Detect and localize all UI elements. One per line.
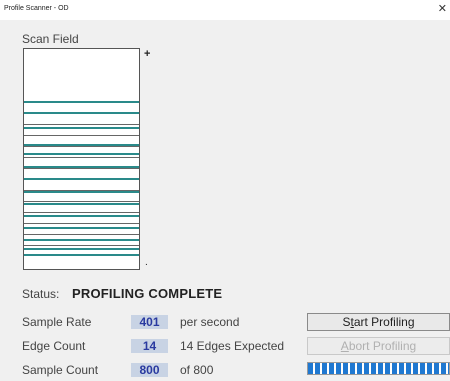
abort-profiling-label-rest: bort Profiling <box>348 339 417 353</box>
scan-row <box>24 146 139 157</box>
scan-field-label: Scan Field <box>22 32 79 46</box>
edge-line <box>24 153 139 155</box>
edge-count-expected: 14 Edges Expected <box>180 339 285 353</box>
edge-line <box>24 254 139 256</box>
sample-rate-unit: per second <box>180 315 240 329</box>
edge-count-label: Edge Count <box>22 339 86 353</box>
edge-line <box>24 178 139 180</box>
scan-top-marker: + <box>144 48 151 60</box>
status-value: PROFILING COMPLETE <box>72 286 223 301</box>
edge-line <box>24 166 139 168</box>
edge-line <box>24 203 139 205</box>
scan-bottom-marker: . <box>145 257 148 268</box>
close-icon[interactable]: ✕ <box>438 2 447 16</box>
sample-count-label: Sample Count <box>22 363 99 377</box>
abort-profiling-accelerator: A <box>340 339 349 353</box>
edge-count-value: 14 <box>131 339 168 353</box>
edge-line <box>24 101 139 103</box>
scan-field-top-cell <box>24 49 139 102</box>
edge-line <box>24 144 139 146</box>
sample-count-value: 800 <box>131 363 168 377</box>
edge-line <box>24 127 139 129</box>
start-profiling-button[interactable]: Start Profiling <box>307 313 450 331</box>
scan-row <box>24 179 139 190</box>
sample-progress-bar <box>307 362 450 375</box>
edge-line <box>24 191 139 193</box>
status-label: Status: <box>22 287 60 301</box>
sample-rate-label: Sample Rate <box>22 315 92 329</box>
scan-row <box>24 124 139 135</box>
edge-line <box>24 215 139 217</box>
abort-profiling-button[interactable]: Abort Profiling <box>307 337 450 355</box>
edge-line <box>24 248 139 250</box>
title-bar: Profile Scanner - OD ✕ <box>0 0 450 20</box>
window-title: Profile Scanner - OD <box>4 5 69 12</box>
sample-rate-value: 401 <box>131 315 168 329</box>
scan-row <box>24 212 139 223</box>
edge-line <box>24 239 139 241</box>
start-profiling-label-rest: art Profiling <box>353 315 415 329</box>
sample-count-total: of 800 <box>180 363 214 377</box>
sample-progress-fill <box>308 363 449 374</box>
scan-field <box>23 48 140 270</box>
scan-row <box>24 113 139 124</box>
edge-line <box>24 227 139 229</box>
edge-line <box>24 112 139 114</box>
